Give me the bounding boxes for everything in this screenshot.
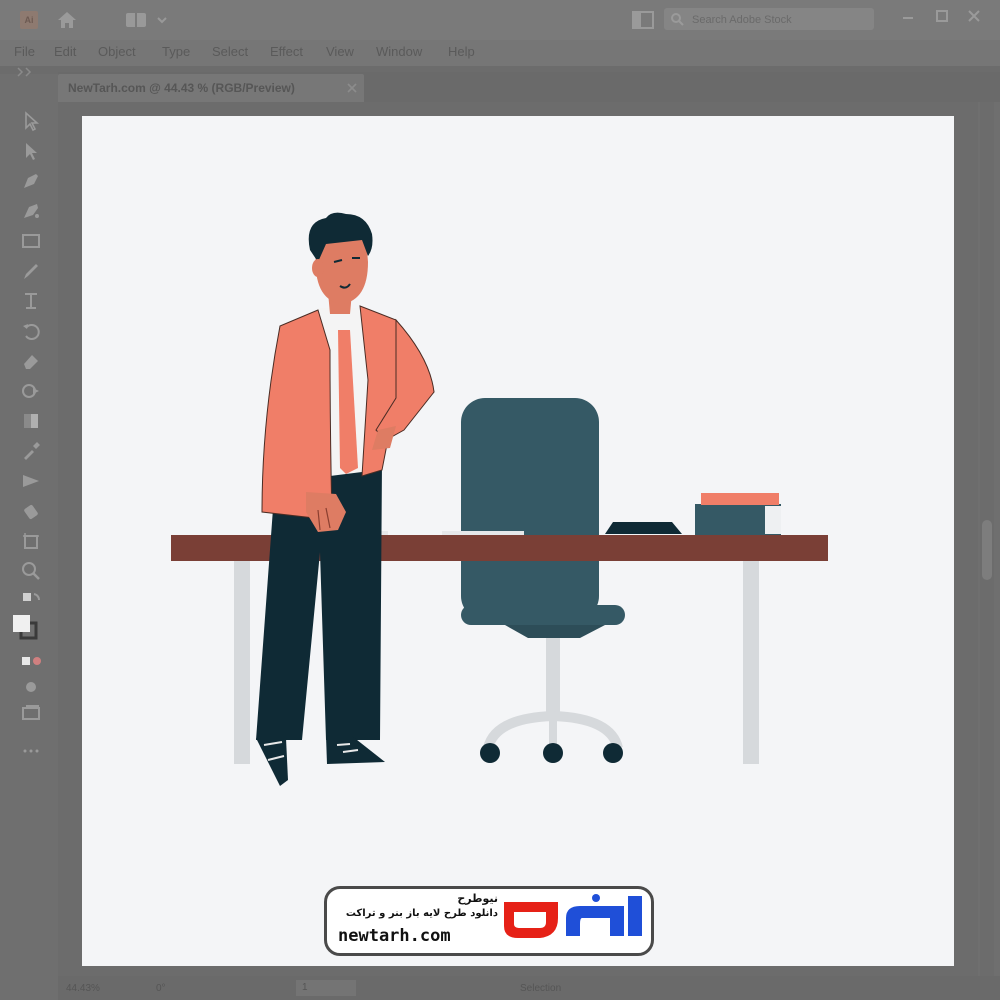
watermark-badge: نیوطرح دانلود طرح لایه باز بنر و تراکت n… (324, 886, 654, 956)
artboard-navigator[interactable]: 1 (296, 980, 356, 996)
books-stack (605, 493, 781, 536)
status-bar: 44.43% 0° 1 Selection (58, 976, 1000, 1000)
watermark-slogan: دانلود طرح لایه باز بنر و تراکت (345, 908, 498, 919)
man-figure (256, 212, 435, 786)
rotate-view-field[interactable]: 0° (156, 983, 166, 994)
current-tool-readout: Selection (520, 983, 562, 994)
office-illustration (171, 212, 828, 786)
office-chair (461, 398, 625, 763)
watermark-logo (504, 894, 642, 938)
watermark-brand-name: نیوطرح (457, 892, 498, 905)
zoom-level[interactable]: 44.43% (66, 983, 100, 994)
watermark-domain: newtarh.com (338, 926, 451, 946)
